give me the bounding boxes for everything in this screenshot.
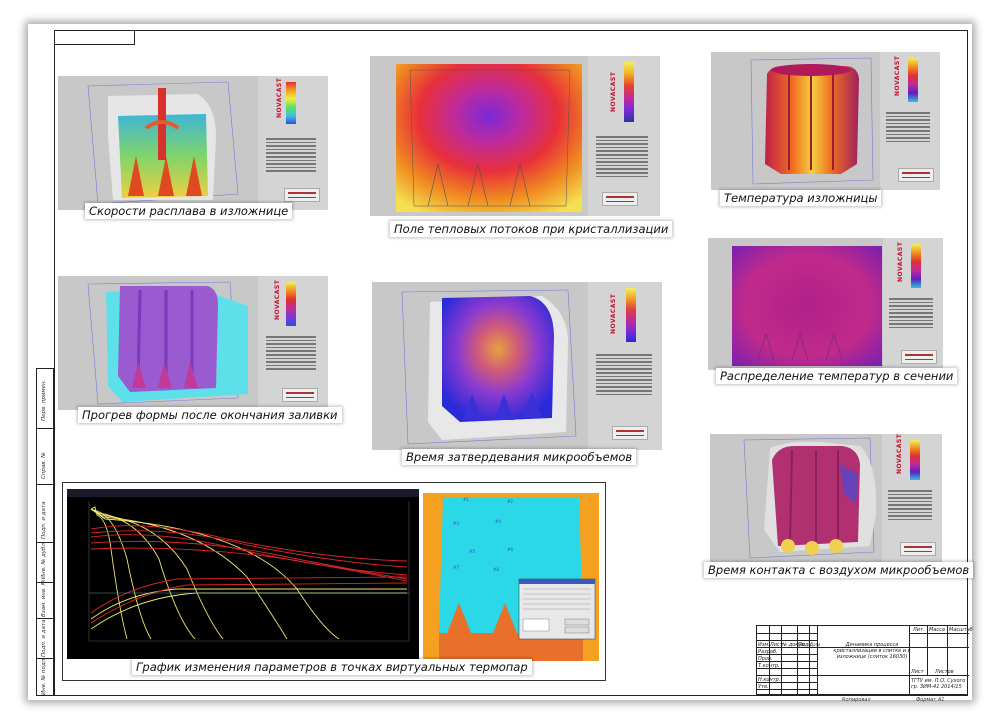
title-block-stamp: Изм. Лист № докум. Подп. Дата Разраб. Пр… [756, 625, 973, 696]
mold-temperature-render [750, 57, 874, 185]
heat-flux-render [396, 64, 582, 212]
color-scale [624, 62, 634, 122]
info-block [596, 354, 652, 397]
legend-panel: NOVACAST [880, 52, 940, 190]
stamp-scale: Масштаб [949, 627, 973, 633]
heat-flux-image: NOVACAST [370, 56, 660, 216]
caption-mold-preheat: Прогрев формы после окончания заливки [78, 407, 342, 423]
stamp-label: Разраб. [758, 649, 778, 655]
caption-air-contact-time: Время контакта с воздухом микрообъемов [704, 562, 974, 578]
info-block [888, 490, 932, 522]
legend-panel: NOVACAST [258, 76, 328, 210]
novaflow-logo [898, 168, 934, 182]
left-stamp-label: Взам. инв. № [41, 579, 47, 617]
stamp-label: Утв. [758, 684, 769, 690]
section-temperature-render [732, 246, 882, 366]
color-scale [910, 440, 920, 480]
thermocouple-graph [67, 489, 419, 659]
mold-preheat-image: NOVACAST [58, 276, 328, 410]
stamp-copied: Копировал [842, 697, 871, 703]
brand-label: NOVACAST [276, 77, 283, 118]
brand-label: NOVACAST [274, 279, 281, 320]
novaflow-logo [901, 350, 937, 364]
novaflow-logo [612, 426, 648, 440]
caption-mold-temperature: Температура изложницы [720, 190, 882, 206]
brand-label: NOVACAST [897, 241, 904, 282]
caption-solidification-time: Время затвердевания микрообъемов [402, 449, 637, 465]
stamp-mass: Масса [929, 627, 945, 633]
svg-text:#8: #8 [493, 567, 499, 572]
svg-text:#4: #4 [495, 519, 501, 524]
air-contact-time-image: NOVACAST [710, 434, 942, 562]
color-scale [626, 288, 636, 342]
title-tag-box [55, 31, 135, 45]
color-scale [911, 244, 921, 288]
solidification-time-render [401, 289, 577, 445]
brand-label: NOVACAST [894, 55, 901, 96]
svg-text:#2: #2 [507, 499, 513, 504]
legend-panel: NOVACAST [882, 434, 942, 562]
novaflow-logo [602, 192, 638, 206]
info-block [266, 336, 316, 372]
color-scale [286, 82, 296, 124]
stamp-sheet: Лист [911, 669, 924, 675]
svg-text:#1: #1 [463, 497, 469, 502]
caption-section-temperature: Распределение температур в сечении [716, 368, 958, 384]
thermocouple-graph-frame: #1 #2 #3 #4 #5 #6 #7 #8 [62, 482, 606, 681]
thermocouple-section-view: #1 #2 #3 #4 #5 #6 #7 #8 [423, 493, 599, 661]
left-stamp-label: Подп. и дата [41, 501, 47, 539]
stamp-lit: Лит. [913, 627, 925, 633]
brand-label: NOVACAST [896, 434, 903, 474]
legend-panel: NOVACAST [588, 282, 662, 450]
caption-thermocouple-graph: График изменения параметров в точках вир… [132, 659, 532, 675]
mold-temperature-image: NOVACAST [711, 52, 940, 190]
legend-panel: NOVACAST [258, 276, 328, 410]
melt-velocity-image: NOVACAST [58, 76, 328, 210]
caption-heat-flux: Поле тепловых потоков при кристаллизации [390, 221, 673, 237]
info-block [889, 298, 933, 330]
novaflow-logo [282, 388, 318, 402]
stamp-label: Пров. [758, 656, 773, 662]
novaflow-logo [900, 542, 936, 556]
stamp-label: Дата [810, 642, 821, 647]
legend-panel: NOVACAST [588, 56, 660, 216]
info-block [596, 136, 648, 179]
stamp-label: Лист [770, 642, 783, 648]
left-side-stamp: Перв. примен. Справ. № Подп. и дата Инв.… [36, 368, 54, 696]
melt-velocity-render [87, 81, 239, 205]
info-block [886, 112, 930, 144]
stamp-format: Формат A1 [916, 697, 945, 703]
brand-label: NOVACAST [610, 293, 617, 334]
mold-preheat-render [87, 281, 248, 405]
color-scale [286, 282, 296, 326]
stamp-label: Изм. [758, 642, 770, 648]
stamp-sheets: Листов [935, 669, 954, 675]
stamp-organization: ТГТУ им. П.О. Сухого гр. ЗИМ-41 2014/15 [911, 678, 966, 690]
left-stamp-label: Перв. примен. [41, 379, 47, 421]
solidification-time-image: NOVACAST [372, 282, 662, 450]
left-stamp-label: Инв. № дубл. [41, 541, 47, 579]
caption-melt-velocity: Скорости расплава в изложнице [85, 203, 293, 219]
section-temperature-image: NOVACAST [708, 238, 943, 370]
svg-text:#3: #3 [453, 521, 459, 526]
left-stamp-label: Подп. и дата [41, 619, 47, 657]
svg-text:#6: #6 [507, 547, 513, 552]
stamp-label: Н.контр. [758, 677, 781, 683]
left-stamp-label: Справ. № [41, 452, 47, 479]
air-contact-render [743, 437, 877, 559]
color-scale [908, 58, 918, 102]
svg-text:#5: #5 [469, 549, 475, 554]
brand-label: NOVACAST [610, 71, 617, 112]
stamp-title: Динамика процесса кристаллизации в слитк… [833, 642, 911, 660]
legend-panel: NOVACAST [883, 238, 943, 370]
left-stamp-label: Инв. № подл. [41, 657, 47, 695]
novaflow-logo [284, 188, 320, 202]
stamp-label: Т.контр. [758, 663, 780, 669]
svg-text:#7: #7 [453, 565, 459, 570]
info-block [266, 138, 316, 174]
